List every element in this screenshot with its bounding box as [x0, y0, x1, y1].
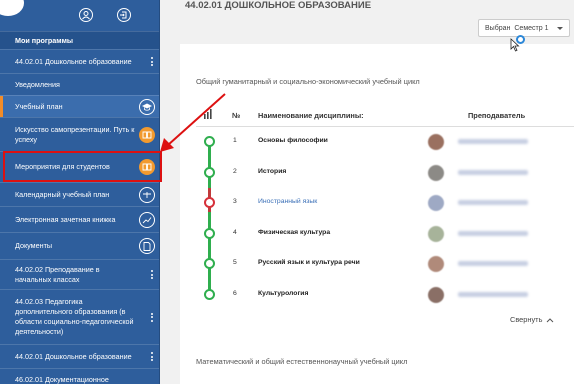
- teacher-avatar: [428, 225, 444, 242]
- teacher-avatar: [428, 256, 444, 272]
- sidebar-item-label: Уведомления: [15, 79, 60, 89]
- balance-icon: [139, 186, 155, 203]
- teacher-avatar: [428, 134, 444, 150]
- table-row[interactable]: 4 Физическая культура: [196, 218, 574, 249]
- document-icon: [139, 238, 155, 254]
- column-header-teacher: Преподаватель: [468, 111, 526, 120]
- more-icon[interactable]: [151, 351, 154, 363]
- teacher-name-blurred: [458, 169, 528, 175]
- sidebar-item-label: Документы: [15, 241, 53, 250]
- row-number: 3: [233, 198, 237, 205]
- row-number: 1: [233, 137, 237, 144]
- sidebar-item-label: Календарный учебный план: [15, 189, 110, 199]
- logout-icon[interactable]: [117, 8, 131, 22]
- more-icon[interactable]: [151, 311, 154, 323]
- collapse-label: Свернуть: [510, 315, 543, 324]
- teacher-name-blurred: [458, 291, 528, 297]
- semester-select-value: Семестр 1: [514, 24, 549, 32]
- chart-icon: [139, 211, 155, 228]
- teacher-name-blurred: [458, 200, 528, 205]
- cycle-title: Общий гуманитарный и социально-экономиче…: [196, 77, 420, 86]
- sidebar-heading-my-programs[interactable]: Мои программы: [0, 31, 159, 49]
- cycle-title: Математический и общий естественнонаучны…: [196, 357, 408, 366]
- cursor-icon: [510, 38, 520, 52]
- sidebar-item-label: 44.02.03 Педагогика дополнительного обра…: [15, 297, 134, 336]
- sidebar-item-label: 44.02.01 Дошкольное образование: [15, 56, 132, 66]
- discipline-name[interactable]: Русский язык и культура речи: [258, 259, 360, 266]
- status-node-icon: [204, 258, 215, 269]
- sidebar-item-documents[interactable]: Документы: [0, 232, 159, 259]
- sidebar-item-gradebook[interactable]: Электронная зачетная книжка: [0, 206, 159, 232]
- row-number: 6: [233, 289, 237, 297]
- sidebar-item-curriculum[interactable]: Учебный план: [0, 95, 159, 117]
- table-row[interactable]: 5 Русский язык и культура речи: [196, 248, 574, 279]
- chevron-down-icon: [557, 27, 563, 30]
- teacher-avatar: [428, 164, 444, 181]
- sidebar-item-self-presentation[interactable]: Искусство самопрезентации. Путь к успеху: [0, 117, 159, 151]
- sidebar-top: [0, 0, 159, 30]
- teacher-avatar: [428, 195, 444, 211]
- status-node-icon: [204, 288, 215, 300]
- more-icon[interactable]: [151, 269, 154, 281]
- sidebar-heading-label: Мои программы: [15, 35, 74, 45]
- status-node-icon: [204, 197, 215, 208]
- sidebar-item-program-44-02-01[interactable]: 44.02.01 Дошкольное образование: [0, 49, 159, 73]
- column-header-discipline: Наименование дисциплины:: [258, 111, 364, 120]
- chevron-up-icon: [547, 318, 554, 323]
- row-number: 5: [233, 259, 237, 266]
- sidebar-item-program-44-02-02[interactable]: 44.02.02 Преподавание в начальных класса…: [0, 259, 159, 289]
- sidebar-item-program-46-02-01[interactable]: 46.02.01 Документационное: [0, 368, 159, 384]
- semester-select-prefix: Выбран: [485, 24, 511, 32]
- page-title: 44.02.01 ДОШКОЛЬНОЕ ОБРАЗОВАНИЕ: [185, 0, 372, 11]
- table-row[interactable]: 2 История: [196, 157, 574, 188]
- teacher-name-blurred: [458, 230, 528, 236]
- sidebar: Мои программы 44.02.01 Дошкольное образо…: [0, 0, 160, 384]
- discipline-name[interactable]: Иностранный язык: [258, 198, 317, 205]
- row-number: 4: [233, 228, 237, 236]
- teacher-name-blurred: [458, 139, 528, 144]
- semester-select[interactable]: Выбран Семестр 1: [478, 19, 570, 37]
- sidebar-item-notifications[interactable]: Уведомления: [0, 73, 159, 95]
- table-row[interactable]: 3 Иностранный язык: [196, 187, 574, 218]
- more-icon[interactable]: [151, 56, 154, 68]
- sidebar-item-label: 46.02.01 Документационное: [15, 374, 109, 384]
- logo: [0, 0, 24, 16]
- table-row[interactable]: 1 Основы философии: [196, 126, 574, 157]
- table-row[interactable]: 6 Культурология: [196, 279, 574, 310]
- user-icon[interactable]: [79, 8, 93, 22]
- sidebar-item-label: 44.02.01 Дошкольное образование: [15, 351, 132, 361]
- teacher-avatar: [428, 286, 444, 303]
- discipline-name[interactable]: Физическая культура: [258, 229, 330, 236]
- sidebar-item-calendar-plan[interactable]: Календарный учебный план: [0, 182, 159, 206]
- column-header-number: №: [232, 111, 241, 120]
- discipline-name[interactable]: История: [258, 168, 286, 175]
- sidebar-item-program-44-02-01-b[interactable]: 44.02.01 Дошкольное образование: [0, 344, 159, 368]
- sidebar-item-label: Электронная зачетная книжка: [15, 214, 116, 224]
- status-node-icon: [204, 227, 215, 239]
- sidebar-item-label: Искусство самопрезентации. Путь к успеху: [15, 124, 135, 144]
- sidebar-item-program-44-02-03[interactable]: 44.02.03 Педагогика дополнительного обра…: [0, 289, 159, 344]
- teacher-name-blurred: [458, 261, 528, 266]
- sidebar-item-label: 44.02.02 Преподавание в начальных класса…: [15, 264, 100, 284]
- collapse-button[interactable]: Свернуть: [510, 315, 554, 324]
- annotation-highlight-box: [3, 151, 162, 182]
- discipline-name[interactable]: Основы философии: [258, 137, 328, 144]
- sidebar-item-label: Учебный план: [15, 101, 63, 111]
- annotation-arrow: [160, 93, 226, 152]
- row-number: 2: [233, 167, 237, 175]
- discipline-name[interactable]: Культурология: [258, 290, 308, 297]
